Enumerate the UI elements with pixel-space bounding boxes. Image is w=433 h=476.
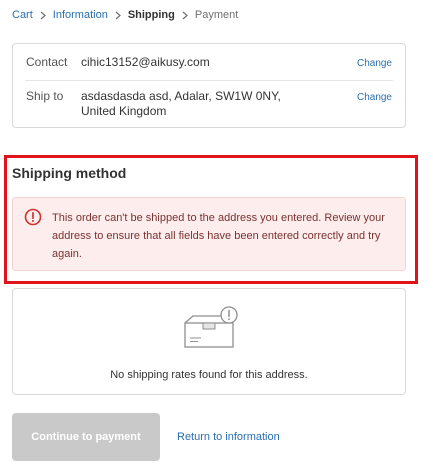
contact-row: Contact cihic13152@aikusy.com Change xyxy=(13,55,405,70)
change-ship-to-link[interactable]: Change xyxy=(357,90,392,105)
breadcrumb-shipping: Shipping xyxy=(127,9,175,21)
breadcrumb-cart[interactable]: Cart xyxy=(12,9,33,21)
contact-label: Contact xyxy=(26,55,68,69)
chevron-right-icon xyxy=(115,11,121,20)
ship-to-row: Ship to asdasdasda asd, Adalar, SW1W 0NY… xyxy=(13,89,405,119)
section-title: Shipping method xyxy=(12,165,127,181)
chevron-right-icon xyxy=(182,11,188,20)
chevron-right-icon xyxy=(40,11,46,20)
ship-to-label: Ship to xyxy=(26,89,64,103)
continue-to-payment-button[interactable]: Continue to payment xyxy=(12,413,160,461)
error-message: This order can't be shipped to the addre… xyxy=(52,212,385,260)
shipping-rates-panel: No shipping rates found for this address… xyxy=(12,288,406,395)
contact-value: cihic13152@aikusy.com xyxy=(81,55,210,69)
error-banner: This order can't be shipped to the addre… xyxy=(12,197,406,271)
ship-to-value: asdasdasda asd, Adalar, SW1W 0NY, United… xyxy=(81,89,281,118)
return-to-information-link[interactable]: Return to information xyxy=(177,431,280,443)
breadcrumb-payment: Payment xyxy=(194,9,239,21)
error-icon xyxy=(24,208,42,226)
review-divider xyxy=(25,80,393,81)
change-contact-link[interactable]: Change xyxy=(357,56,392,71)
breadcrumb-information[interactable]: Information xyxy=(53,9,108,21)
no-rates-message: No shipping rates found for this address… xyxy=(110,369,308,381)
review-block: Contact cihic13152@aikusy.com Change Shi… xyxy=(12,43,406,128)
breadcrumb: Cart Information Shipping Payment xyxy=(12,8,238,22)
box-alert-icon xyxy=(181,305,241,349)
